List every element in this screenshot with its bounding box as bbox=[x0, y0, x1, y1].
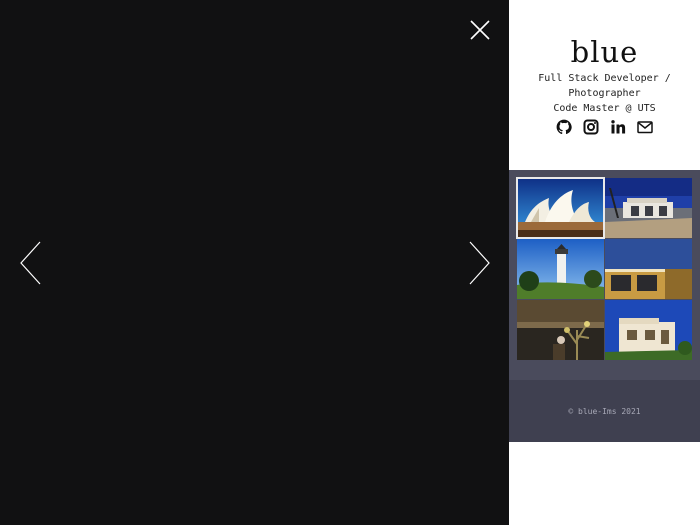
sidebar: blue Full Stack Developer / Photographer… bbox=[509, 0, 700, 525]
lightbox-viewer bbox=[0, 0, 509, 525]
social-links bbox=[509, 119, 700, 135]
site-title: blue bbox=[570, 35, 639, 69]
bio: Full Stack Developer / Photographer Code… bbox=[509, 71, 700, 116]
previous-button[interactable] bbox=[18, 240, 42, 286]
profile-section: blue Full Stack Developer / Photographer… bbox=[509, 0, 700, 170]
bio-affiliation: Code Master @ UTS bbox=[553, 103, 656, 114]
next-button[interactable] bbox=[468, 240, 492, 286]
mail-icon[interactable] bbox=[637, 119, 653, 135]
gallery-thumb-white-house[interactable] bbox=[605, 300, 692, 360]
gallery-thumb-lighthouse[interactable] bbox=[517, 239, 604, 299]
github-icon[interactable] bbox=[556, 119, 572, 135]
bio-role-continued: Photographer bbox=[568, 88, 641, 99]
gallery-thumb-cafe-plant[interactable] bbox=[517, 300, 604, 360]
close-button[interactable] bbox=[468, 18, 492, 42]
close-icon bbox=[470, 20, 490, 40]
chevron-left-icon bbox=[20, 241, 41, 285]
photo-gallery bbox=[509, 170, 700, 380]
copyright-text: © blue-Ims 2021 bbox=[568, 407, 641, 416]
linkedin-icon[interactable] bbox=[610, 119, 626, 135]
gallery-thumb-beach-pavilion[interactable] bbox=[605, 178, 692, 238]
gallery-thumb-opera-house[interactable] bbox=[516, 177, 605, 239]
gallery-thumb-building-corner[interactable] bbox=[605, 239, 692, 299]
footer: © blue-Ims 2021 bbox=[509, 380, 700, 442]
chevron-right-icon bbox=[469, 241, 490, 285]
bio-role: Full Stack Developer / bbox=[538, 73, 671, 84]
instagram-icon[interactable] bbox=[583, 119, 599, 135]
